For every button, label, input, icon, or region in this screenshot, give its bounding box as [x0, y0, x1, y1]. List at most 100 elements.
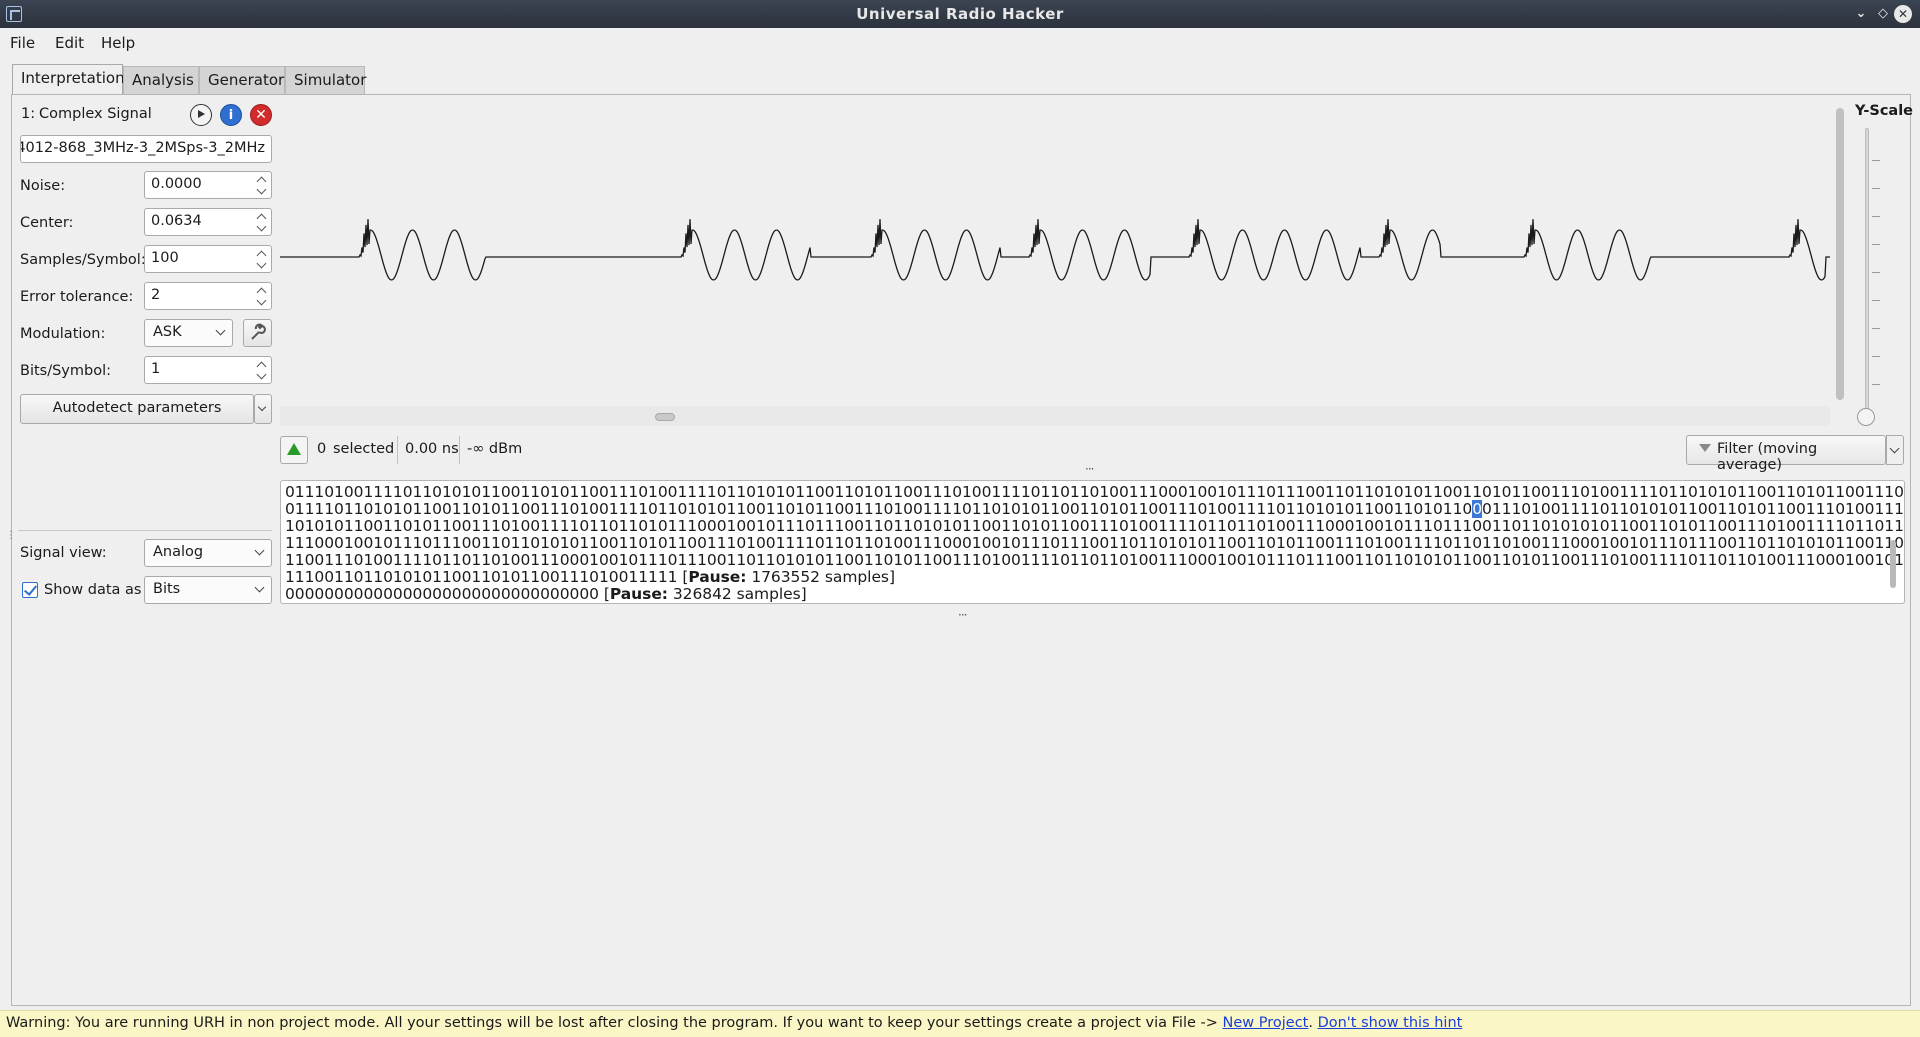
tab-simulator[interactable]: Simulator: [285, 66, 366, 94]
chevron-down-icon: [254, 545, 265, 556]
filter-icon: [1699, 444, 1711, 452]
signal-horizontal-scrollbar[interactable]: [280, 406, 1830, 426]
modulation-label: Modulation:: [20, 326, 106, 342]
error-tolerance-label: Error tolerance:: [20, 289, 134, 305]
splitter-handle-icon[interactable]: ···: [1085, 462, 1095, 476]
maximize-icon[interactable]: ◇: [1874, 5, 1892, 23]
autodetect-options-button[interactable]: [254, 394, 272, 424]
signal-name[interactable]: Complex Signal: [39, 106, 152, 122]
spin-arrows-icon[interactable]: [257, 248, 267, 270]
play-icon[interactable]: [190, 104, 212, 126]
noise-label: Noise:: [20, 178, 66, 194]
window-title: Universal Radio Hacker: [856, 5, 1064, 23]
close-signal-icon[interactable]: ✕: [250, 104, 272, 126]
close-window-icon[interactable]: ✕: [1894, 5, 1912, 23]
y-scale-handle[interactable]: [1857, 408, 1875, 426]
warning-text: Warning: You are running URH in non proj…: [6, 1015, 1223, 1031]
slider-tick: [1872, 244, 1880, 245]
show-data-checkbox[interactable]: [22, 582, 38, 598]
demodulated-bits-view[interactable]: 0111010011110110101011001101011001110100…: [280, 480, 1905, 604]
error-tolerance-value: 2: [151, 287, 161, 303]
center-label: Center:: [20, 215, 74, 231]
pause-value: 1763552 samples: [751, 568, 889, 586]
warning-hint-bar: Warning: You are running URH in non proj…: [0, 1010, 1920, 1037]
selection-duration: 0.00 ns: [405, 441, 459, 457]
pause-value: 326842 samples: [672, 585, 801, 603]
menu-help[interactable]: Help: [101, 34, 135, 52]
modulation-settings-button[interactable]: [243, 319, 272, 347]
waveform-plot[interactable]: [280, 104, 1830, 406]
splitter-handle-icon[interactable]: ⋮: [6, 530, 16, 541]
spin-arrows-icon[interactable]: [257, 211, 267, 233]
y-scale-slider[interactable]: [1865, 128, 1869, 414]
y-scale-label: Y-Scale: [1855, 103, 1914, 119]
slider-tick: [1872, 300, 1880, 301]
tab-generator[interactable]: Generator: [199, 66, 285, 94]
divider: [18, 530, 272, 531]
modulation-value: ASK: [153, 324, 182, 340]
show-data-label: Show data as: [44, 582, 142, 598]
scroll-handle[interactable]: [655, 413, 675, 421]
signal-view-select[interactable]: Analog: [144, 539, 272, 567]
pause-label: Pause:: [609, 585, 668, 603]
bits-per-symbol-label: Bits/Symbol:: [20, 363, 112, 379]
signal-vertical-scrollbar[interactable]: [1836, 108, 1844, 400]
samples-per-symbol-value: 100: [151, 250, 179, 266]
up-arrow-icon[interactable]: [280, 436, 308, 464]
signal-view-value: Analog: [153, 544, 204, 560]
bits-segment: 0111101101010110011010110011101001111011…: [285, 500, 1473, 518]
filter-options-button[interactable]: [1886, 435, 1904, 465]
bits-segment: 0111010011110110101011001101011001110100…: [1482, 500, 1905, 518]
tab-interpretation[interactable]: Interpretation: [12, 64, 125, 95]
slider-tick: [1872, 272, 1880, 273]
bits-line: 0111010011110110101011001101011001110100…: [285, 483, 1904, 501]
new-project-link[interactable]: New Project: [1223, 1015, 1309, 1031]
slider-tick: [1872, 328, 1880, 329]
show-data-as-value: Bits: [153, 581, 181, 597]
bits-per-symbol-spinbox[interactable]: 1: [144, 356, 272, 384]
warning-separator: .: [1308, 1015, 1318, 1031]
chevron-down-icon: [257, 402, 267, 412]
minimize-icon[interactable]: ⌄: [1852, 5, 1870, 23]
selected-count: 0: [317, 441, 327, 457]
slider-tick: [1872, 384, 1880, 385]
bits-segment: 00000000000000000000000000000000: [285, 585, 599, 603]
dont-show-hint-link[interactable]: Don't show this hint: [1318, 1015, 1463, 1031]
bits-line: 1110001001011101110011011010101100110101…: [285, 534, 1904, 552]
center-spinbox[interactable]: 0.0634: [144, 208, 272, 236]
tab-analysis[interactable]: Analysis: [123, 66, 199, 94]
menu-edit[interactable]: Edit: [55, 34, 84, 52]
separator: [459, 436, 460, 464]
bits-vertical-scrollbar[interactable]: [1890, 540, 1896, 588]
menu-file[interactable]: File: [10, 34, 35, 52]
bits-line: 0111101101010110011010110011101001111011…: [285, 500, 1905, 518]
modulation-select[interactable]: ASK: [144, 319, 233, 347]
chevron-down-icon: [215, 325, 226, 336]
signal-view[interactable]: [280, 104, 1830, 406]
waveform-line: [280, 219, 1830, 281]
show-data-as-select[interactable]: Bits: [144, 576, 272, 604]
filter-button[interactable]: Filter (moving average): [1686, 435, 1886, 473]
spin-arrows-icon[interactable]: [257, 174, 267, 196]
bits-line: 1010101100110101100111010011110110110101…: [285, 517, 1905, 535]
separator: [397, 436, 398, 464]
pause-label: Pause:: [688, 568, 747, 586]
signal-view-label: Signal view:: [20, 545, 107, 561]
chevron-down-icon: [254, 582, 265, 593]
info-icon[interactable]: i: [220, 104, 242, 126]
title-bar: Universal Radio Hacker ⌄ ◇ ✕: [0, 0, 1920, 28]
spin-arrows-icon[interactable]: [257, 359, 267, 381]
center-value: 0.0634: [151, 213, 202, 229]
slider-tick: [1872, 356, 1880, 357]
spin-arrows-icon[interactable]: [257, 285, 267, 307]
bits-line: 1100111010011110110110100111000100101110…: [285, 551, 1905, 569]
samples-per-symbol-spinbox[interactable]: 100: [144, 245, 272, 273]
signal-index: 1:: [21, 106, 36, 122]
samples-per-symbol-label: Samples/Symbol:: [20, 252, 146, 268]
noise-spinbox[interactable]: 0.0000: [144, 171, 272, 199]
error-tolerance-spinbox[interactable]: 2: [144, 282, 272, 310]
splitter-handle-icon[interactable]: ···: [958, 608, 968, 622]
signal-filename-field[interactable]: 34012-868_3MHz-3_2MSps-3_2MHz: [20, 135, 272, 163]
selection-power: -∞ dBm: [467, 441, 523, 457]
autodetect-parameters-button[interactable]: Autodetect parameters: [20, 394, 254, 424]
